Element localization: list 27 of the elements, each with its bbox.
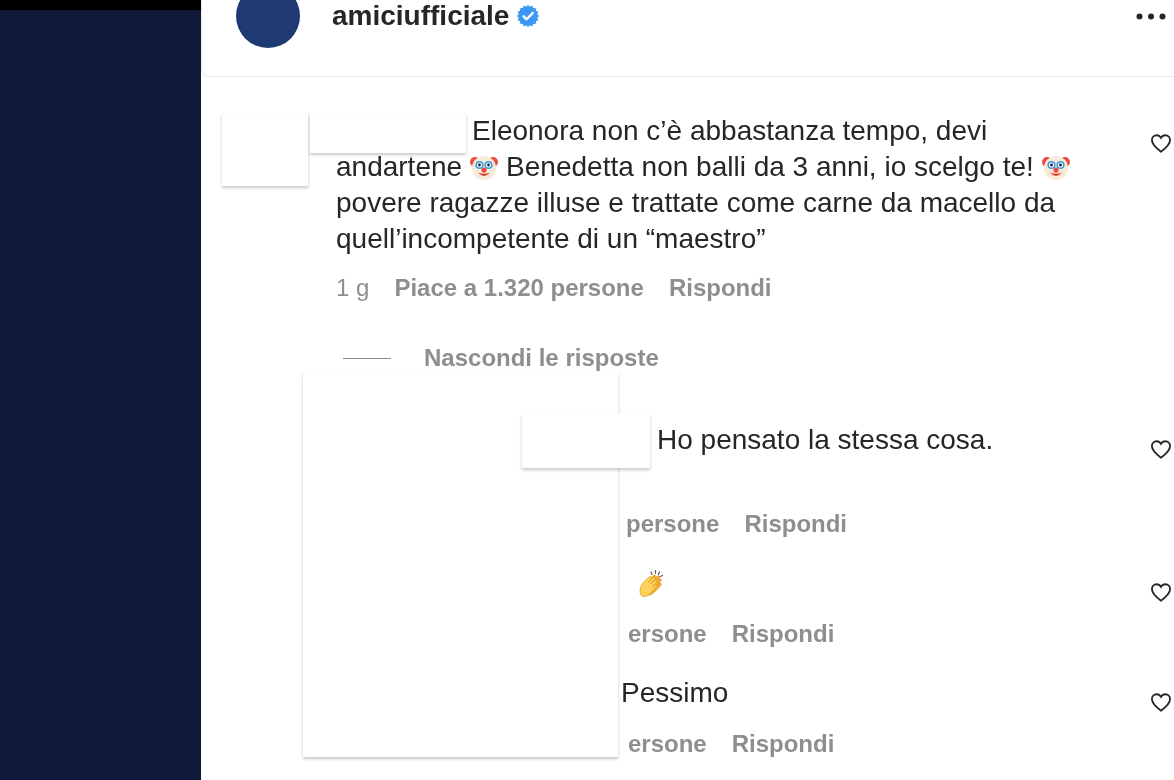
heart-icon[interactable] — [1150, 133, 1172, 153]
comment-text: andartene — [336, 151, 463, 183]
likes-link[interactable]: ersone — [628, 730, 707, 758]
comment-text: povere ragazze illuse e trattate come carne da macello da — [336, 187, 1056, 219]
heart-icon[interactable] — [1150, 692, 1172, 712]
heart-icon[interactable] — [1150, 439, 1172, 459]
reply-link[interactable]: Rispondi — [744, 510, 848, 538]
comment-text: quell’incompetente di un “maestro” — [336, 223, 766, 255]
reply-link[interactable]: Rispondi — [731, 730, 835, 758]
hide-replies-link[interactable]: Nascondi le risposte — [424, 344, 659, 372]
clown-face-icon — [1041, 153, 1070, 181]
comment-text: Eleonora non c’è abbastanza tempo, devi — [472, 115, 988, 147]
comment-text: Benedetta non balli da 3 anni, io scelgo te! — [506, 151, 1034, 183]
username[interactable]: amiciufficiale — [332, 0, 510, 32]
more-icon[interactable] — [1136, 13, 1166, 20]
likes-link[interactable]: ersone — [628, 620, 707, 648]
reply-text: Ho pensato la stessa cosa. — [657, 424, 994, 456]
reply-link[interactable]: Rispondi — [668, 274, 772, 302]
clapping-hands-icon — [636, 569, 664, 597]
reply-text: Pessimo — [621, 677, 729, 709]
likes-link[interactable]: persone — [626, 510, 720, 538]
likes-link[interactable]: Piace a 1.320 persone — [394, 274, 644, 302]
profile-avatar — [236, 0, 300, 48]
heart-icon[interactable] — [1150, 582, 1172, 602]
clown-face-icon — [470, 153, 499, 181]
comment-age: 1 g — [336, 274, 370, 302]
reply-link[interactable]: Rispondi — [731, 620, 835, 648]
